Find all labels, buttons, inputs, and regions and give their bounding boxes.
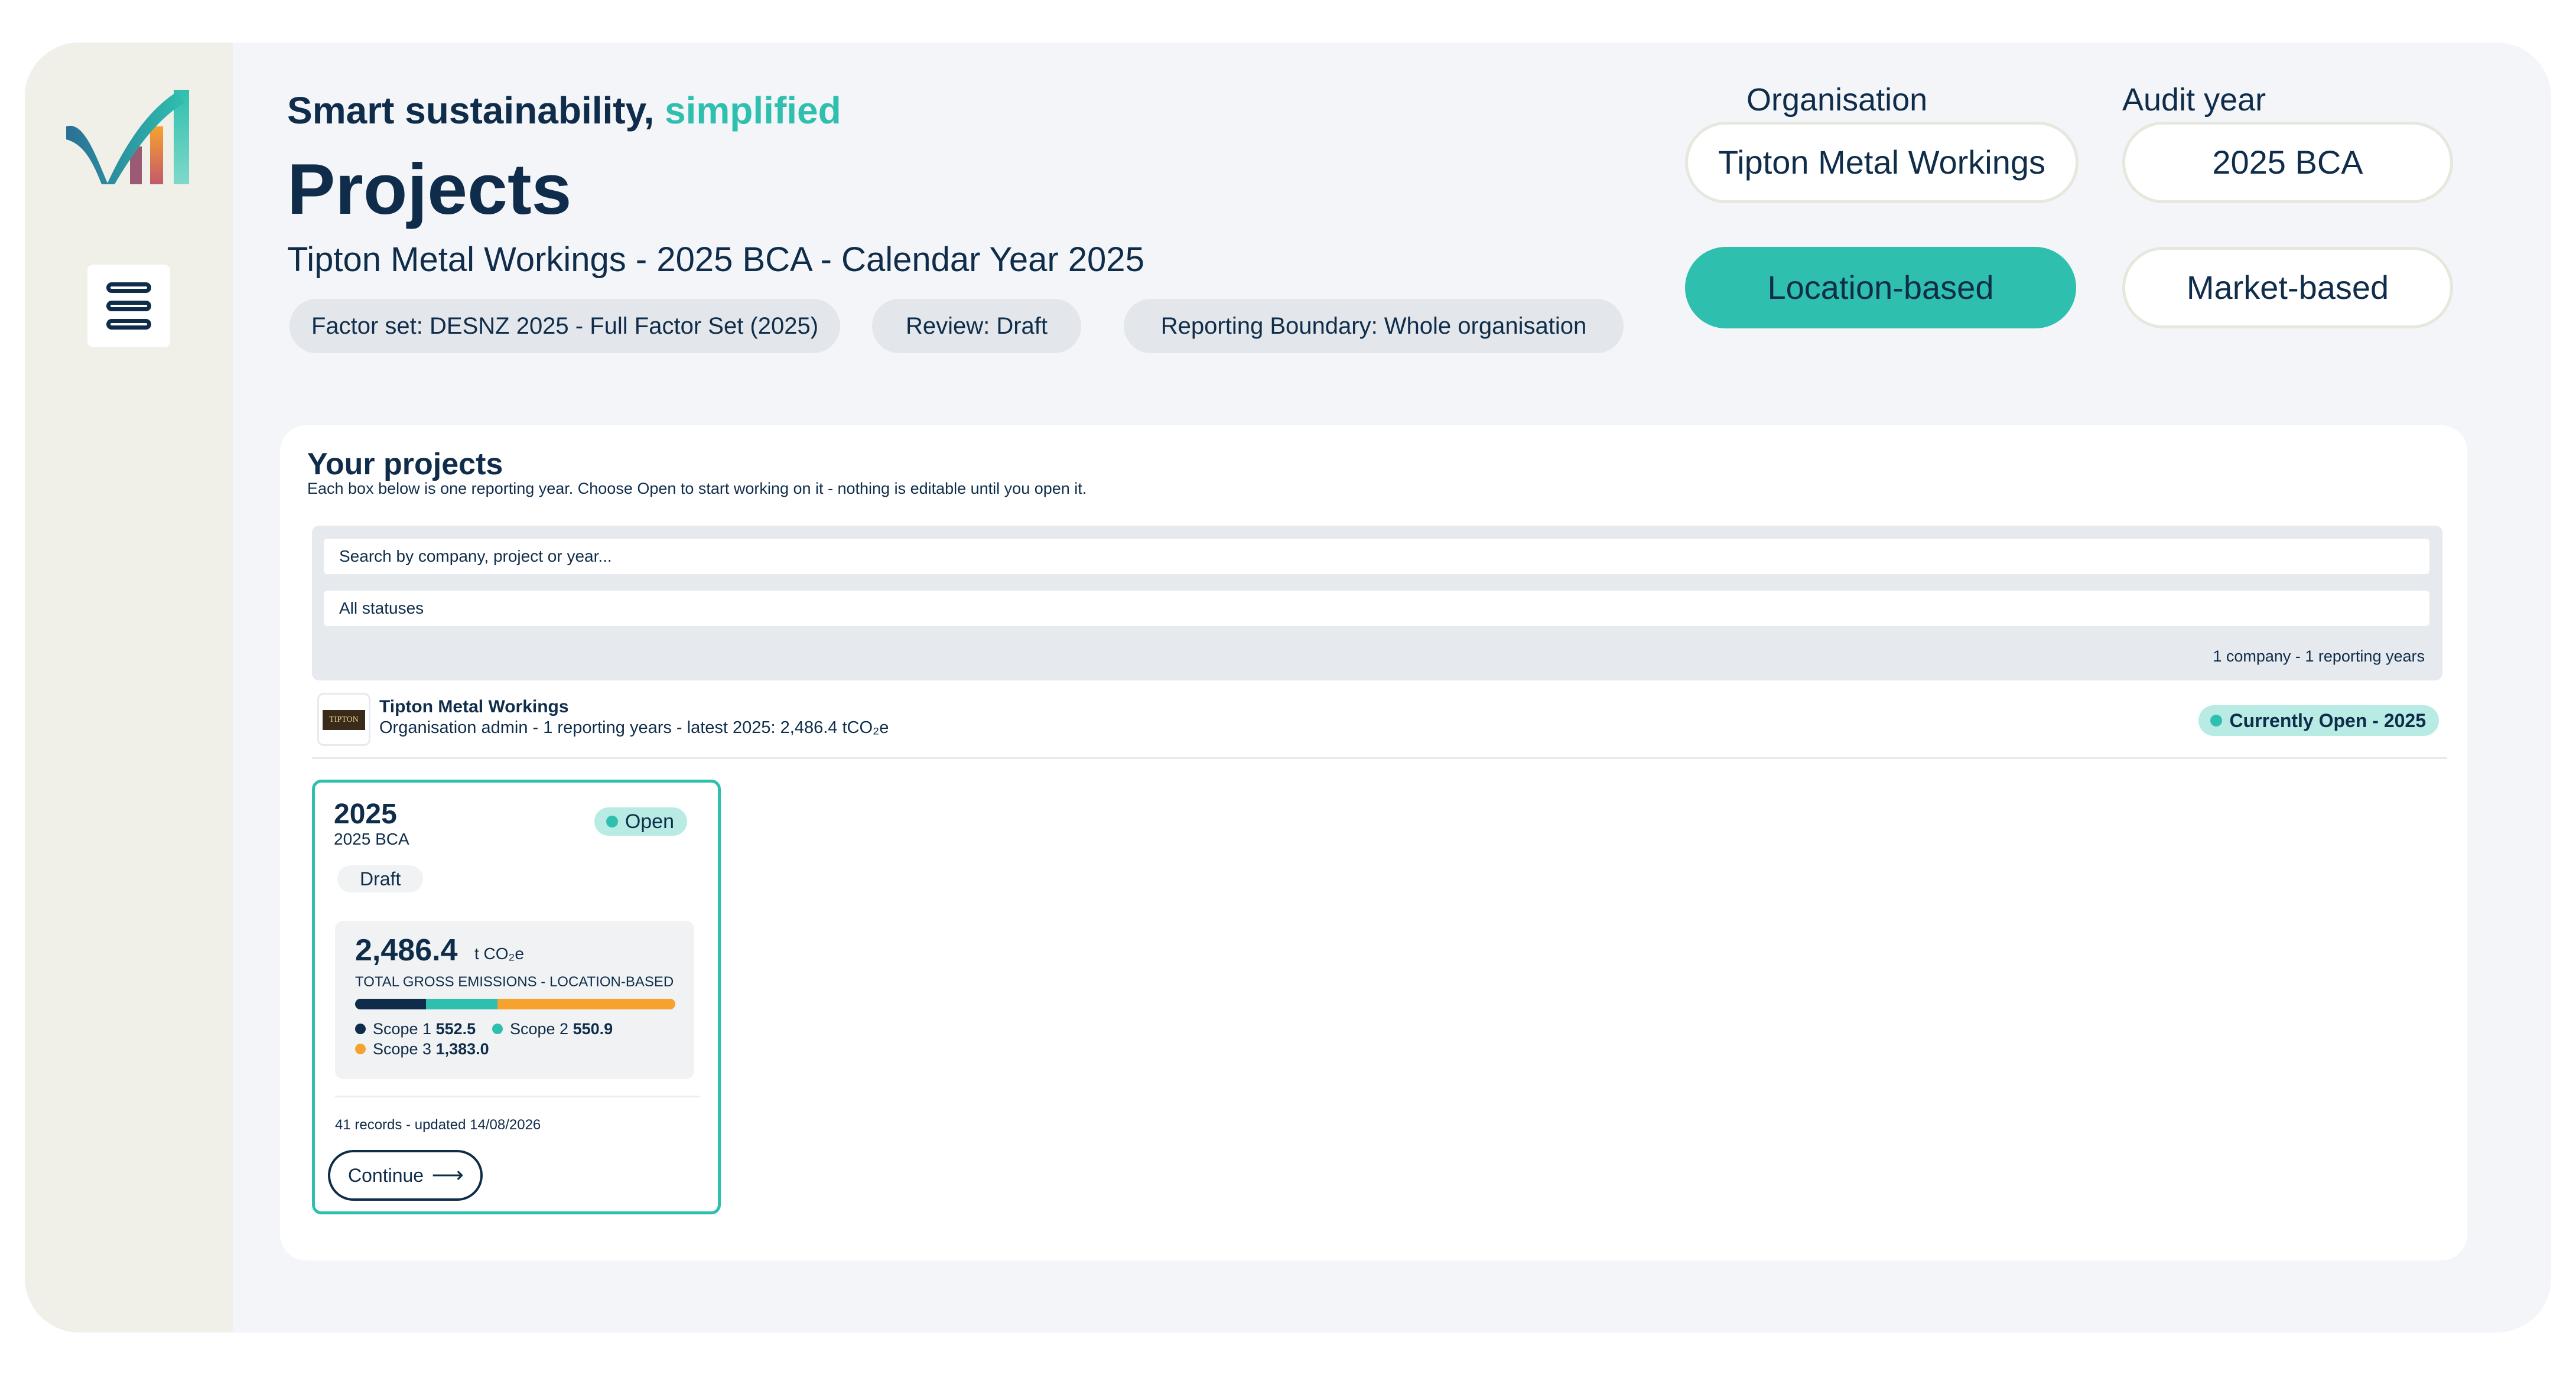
card-divider [335,1096,700,1097]
records-info: 41 records - updated 14/08/2026 [335,1117,541,1133]
sidebar [25,43,233,1332]
arrow-right-icon: ⟶ [431,1163,464,1188]
scope-1-legend: Scope 1 552.5 [355,1020,476,1038]
filter-box: Search by company, project or year... Al… [312,526,2442,680]
menu-bar-bottom [106,319,151,330]
brand-logo[interactable] [60,85,200,187]
projects-title: Your projects [307,447,503,481]
scope-1-label: Scope 1 [373,1020,432,1038]
audit-year-label: Audit year [2122,82,2266,118]
card-year: 2025 [334,799,397,830]
database-stack-icon[interactable] [87,265,170,347]
search-input[interactable]: Search by company, project or year... [324,539,2429,574]
scope-2-dot-icon [492,1023,503,1034]
reporting-year-card[interactable]: 2025 2025 BCA Open Draft 2,486.4 t CO₂e … [312,780,721,1214]
scope-3-label: Scope 3 [373,1040,432,1058]
scope-3-legend: Scope 3 1,383.0 [355,1040,489,1058]
scope-2-value: 550.9 [573,1020,613,1038]
app-window: Smart sustainability, simplified Project… [25,43,2551,1332]
scope-2-legend: Scope 2 550.9 [492,1020,613,1038]
location-based-toggle[interactable]: Location-based [1685,247,2076,328]
factor-set-chip: Factor set: DESNZ 2025 - Full Factor Set… [290,299,840,353]
scope-1-value: 552.5 [435,1020,476,1038]
scope-2-label: Scope 2 [510,1020,569,1038]
projects-panel: Your projects Each box below is one repo… [280,425,2467,1260]
projects-description: Each box below is one reporting year. Ch… [307,480,1087,497]
continue-label: Continue [348,1165,424,1186]
status-filter-select[interactable]: All statuses [324,591,2429,626]
tagline: Smart sustainability, simplified [287,89,841,132]
status-dot-icon [2210,715,2223,726]
page-subtitle: Tipton Metal Workings - 2025 BCA - Calen… [287,240,1144,279]
menu-bar-middle [106,301,151,311]
company-name: Tipton Metal Workings [379,697,569,716]
card-subtitle: 2025 BCA [334,830,409,848]
results-count: 1 company - 1 reporting years [2213,647,2425,665]
scope-3-dot-icon [355,1043,366,1054]
continue-button[interactable]: Continue ⟶ [328,1150,483,1201]
scope-1-segment [355,999,427,1009]
open-dot-icon [606,816,618,827]
menu-bar-top [106,282,151,293]
company-logo-text: TIPTON [323,710,365,730]
tagline-accent: simplified [665,89,841,132]
company-meta: Organisation admin - 1 reporting years -… [379,718,889,737]
tagline-main: Smart sustainability, [287,89,655,132]
scope-3-segment [497,999,675,1009]
review-chip: Review: Draft [872,299,1081,353]
audit-year-select[interactable]: 2025 BCA [2122,122,2453,203]
market-based-toggle[interactable]: Market-based [2122,247,2453,328]
open-badge: Open [594,807,687,836]
company-row[interactable]: TIPTON Tipton Metal Workings Organisatio… [312,688,2447,759]
current-open-label: Currently Open - 2025 [2229,710,2426,731]
scope-breakdown-bar [355,999,675,1009]
scope-2-segment [426,999,497,1009]
total-emissions-caption: TOTAL GROSS EMISSIONS - LOCATION-BASED [355,974,674,990]
company-logo: TIPTON [319,695,369,744]
reporting-boundary-chip: Reporting Boundary: Whole organisation [1124,299,1624,353]
draft-chip: Draft [337,865,424,892]
page-title: Projects [287,149,572,229]
scope-3-value: 1,383.0 [435,1040,489,1058]
open-badge-label: Open [625,810,674,833]
emissions-summary: 2,486.4 t CO₂e TOTAL GROSS EMISSIONS - L… [335,921,694,1079]
total-emissions-unit: t CO₂e [474,944,524,963]
organisation-select[interactable]: Tipton Metal Workings [1685,122,2079,203]
current-open-badge: Currently Open - 2025 [2198,705,2439,736]
scope-1-dot-icon [355,1023,366,1034]
total-emissions-value: 2,486.4 [355,933,458,967]
organisation-label: Organisation [1746,82,1928,118]
